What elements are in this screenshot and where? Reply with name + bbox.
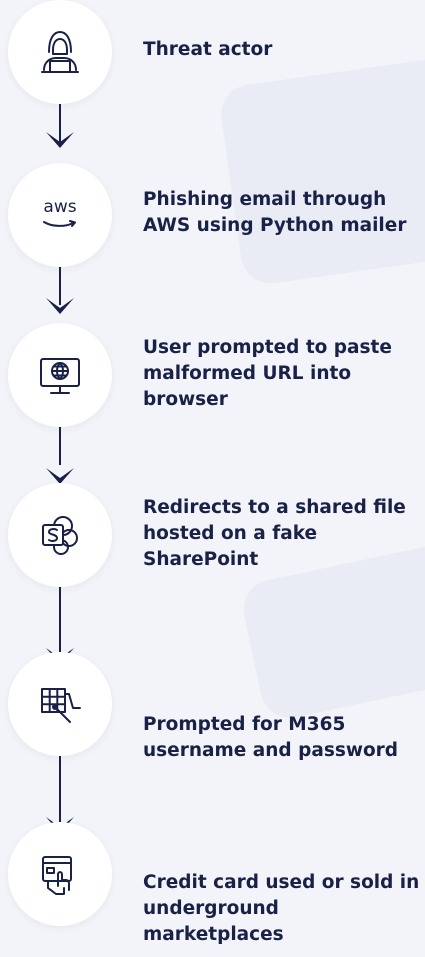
flow-connector	[59, 756, 61, 824]
step-1-label: Threat actor	[143, 39, 273, 60]
step-1-icon-circle	[8, 0, 112, 104]
step-4-icon-circle	[8, 483, 112, 587]
flow-connector	[59, 427, 61, 465]
step-5-icon-circle	[8, 652, 112, 756]
step-2-icon-circle: aws	[8, 163, 112, 267]
card-reader-icon	[42, 856, 72, 895]
aws-logo-text: aws	[43, 196, 77, 217]
web-monitor-icon	[40, 358, 80, 394]
flow-connector	[59, 587, 61, 655]
aws-smile-icon	[43, 219, 76, 227]
step-6-label: Credit card used or sold in underground …	[143, 872, 420, 945]
hacker-icon	[41, 31, 79, 73]
step-3-icon-circle	[8, 323, 112, 427]
step-6-icon-circle	[8, 822, 112, 926]
step-5-label: Prompted for M365 username and password	[143, 714, 399, 761]
arrow-down-icon	[46, 468, 74, 484]
arrow-down-icon	[46, 298, 74, 314]
step-4-label: Redirects to a shared file hosted on a f…	[143, 497, 406, 570]
step-2-label: Phishing email through AWS using Python …	[143, 189, 407, 236]
aws-logo-icon: aws	[42, 198, 78, 228]
sharepoint-icon	[42, 516, 78, 555]
password-grid-icon	[41, 688, 81, 723]
arrow-down-icon	[46, 132, 74, 148]
step-3-label: User prompted to paste malformed URL int…	[143, 337, 392, 410]
background-shape	[217, 52, 425, 288]
